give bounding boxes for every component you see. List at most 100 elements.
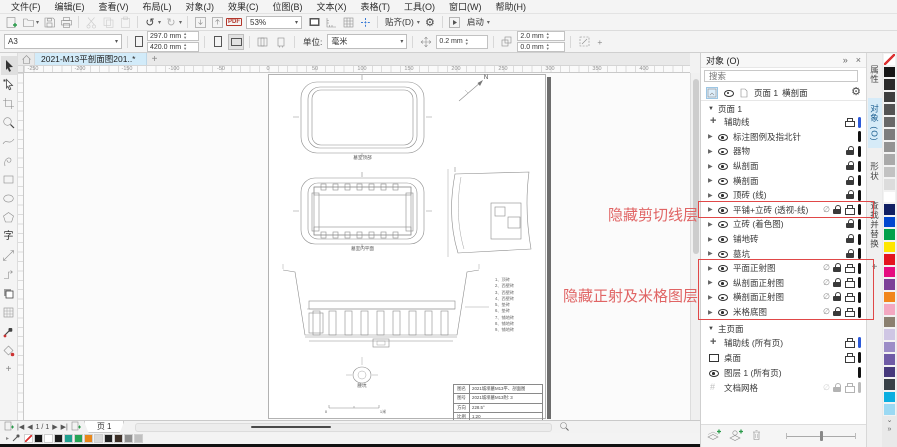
palette-swatch[interactable]	[883, 116, 896, 129]
palette-swatch[interactable]	[883, 353, 896, 366]
document-palette-swatch[interactable]	[104, 434, 113, 443]
document-palette-swatch[interactable]	[74, 434, 83, 443]
palette-swatch[interactable]	[883, 141, 896, 154]
layer-visibility-icon[interactable]	[708, 367, 721, 379]
ellipse-tool[interactable]	[1, 189, 17, 208]
canvas-vertical-scrollbar[interactable]	[690, 73, 700, 420]
document-palette-swatch[interactable]	[44, 434, 53, 443]
launch-icon[interactable]	[447, 15, 463, 30]
breadcrumb-page[interactable]: 页面 1	[754, 87, 778, 99]
last-page-icon[interactable]: ▶|	[61, 423, 68, 431]
lock-icon[interactable]	[846, 219, 854, 229]
palette-swatch[interactable]	[883, 253, 896, 266]
dimension-tool[interactable]	[1, 246, 17, 265]
palette-swatch[interactable]	[883, 278, 896, 291]
save-icon[interactable]	[41, 15, 57, 30]
palette-swatch[interactable]	[883, 391, 896, 404]
expand-arrow-icon[interactable]: ▶	[708, 148, 717, 155]
layer-visibility-icon[interactable]	[708, 352, 721, 364]
expand-arrow-icon[interactable]: ▶	[708, 163, 717, 170]
layer-visibility-icon[interactable]	[717, 131, 730, 143]
snap-to-label[interactable]: 贴齐(D)	[382, 16, 417, 28]
palette-swatch[interactable]	[883, 53, 896, 66]
layer-color-bar[interactable]	[858, 367, 861, 378]
layer-row[interactable]: ▶ 立砖 (着色图) ∅	[701, 217, 866, 232]
freehand-tool[interactable]	[1, 132, 17, 151]
undo-dropdown-icon[interactable]: ▾	[158, 19, 161, 26]
home-tab-icon[interactable]	[18, 53, 35, 65]
palette-swatch[interactable]	[883, 203, 896, 216]
menu-item[interactable]: 窗口(W)	[442, 0, 489, 13]
menu-item[interactable]: 帮助(H)	[489, 0, 534, 13]
add-page-icon-2[interactable]	[71, 421, 81, 433]
layer-visibility-icon[interactable]	[708, 337, 721, 349]
layer-color-bar[interactable]	[858, 219, 861, 230]
layer-color-bar[interactable]	[858, 352, 861, 363]
visibility-icon[interactable]	[722, 87, 734, 99]
duplicate-y-field[interactable]: 0.0 mm▲▼	[517, 42, 565, 52]
palette-swatch[interactable]	[883, 291, 896, 304]
menu-item[interactable]: 布局(L)	[136, 0, 179, 13]
layer-color-bar[interactable]	[858, 234, 861, 245]
menu-item[interactable]: 编辑(E)	[48, 0, 92, 13]
menu-item[interactable]: 表格(T)	[354, 0, 398, 13]
page-width-field[interactable]: 297.0 mm▲▼	[147, 31, 199, 41]
delete-layer-button[interactable]	[751, 429, 762, 443]
fullscreen-preview-icon[interactable]	[306, 15, 322, 30]
expand-arrow-icon[interactable]: ▶	[708, 221, 717, 228]
launch-dropdown-icon[interactable]: ▾	[487, 19, 490, 26]
all-pages-icon[interactable]	[255, 34, 271, 50]
new-tab-button[interactable]: +	[147, 53, 163, 65]
master-layer-row[interactable]: ▶ 桌面 ∅	[701, 350, 866, 365]
layer-name[interactable]: 顶砖 (线)	[733, 189, 843, 201]
page-height-field[interactable]: 420.0 mm▲▼	[147, 42, 199, 52]
list-view-icon[interactable]	[706, 87, 718, 99]
publish-pdf-icon[interactable]: PDF	[226, 15, 242, 30]
page-preset-combo[interactable]: A3▾	[4, 34, 122, 49]
page[interactable]: N 墓室顶部 墓室内平面 腰坑 0 1米 1、顶砖2、西壁砖3、西壁砖4、西壁砖…	[268, 74, 546, 419]
document-palette-swatch[interactable]	[64, 434, 73, 443]
layer-search-input[interactable]	[704, 70, 858, 82]
layer-color-bar[interactable]	[858, 161, 861, 172]
toolbox-expand-icon[interactable]: +	[1, 360, 17, 379]
layer-row[interactable]: ▶ 铺地砖 ∅	[701, 232, 866, 247]
drawing-canvas[interactable]: N 墓室顶部 墓室内平面 腰坑 0 1米 1、顶砖2、西壁砖3、西壁砖4、西壁砖…	[24, 73, 690, 420]
palette-swatch[interactable]	[883, 266, 896, 279]
expand-arrow-icon[interactable]: ▶	[708, 177, 717, 184]
layer-visibility-icon[interactable]	[708, 116, 721, 128]
menu-item[interactable]: 效果(C)	[221, 0, 266, 13]
section-page1[interactable]: ▼页面 1	[701, 102, 866, 115]
palette-swatch[interactable]	[883, 378, 896, 391]
previous-page-icon[interactable]: ◀	[27, 423, 32, 431]
expand-arrow-icon[interactable]: ▶	[708, 250, 717, 257]
menu-item[interactable]: 工具(O)	[397, 0, 442, 13]
layer-name[interactable]: 图层 1 (所有页)	[724, 367, 854, 379]
menu-item[interactable]: 文件(F)	[4, 0, 48, 13]
units-combo[interactable]: 毫米▾	[327, 34, 407, 49]
bezier-tool[interactable]	[1, 151, 17, 170]
text-tool[interactable]: 字	[1, 227, 17, 246]
docker-settings-gear-icon[interactable]: ⚙	[851, 87, 861, 98]
document-palette-swatch[interactable]	[54, 434, 63, 443]
section-master-page[interactable]: ▼主页面	[701, 322, 866, 335]
layer-name[interactable]: 横剖面	[733, 175, 843, 187]
scrollbar-thumb[interactable]	[693, 79, 699, 254]
menu-item[interactable]: 对象(J)	[179, 0, 222, 13]
cut-icon[interactable]	[83, 15, 99, 30]
palette-swatch[interactable]	[883, 103, 896, 116]
show-grid-icon[interactable]	[340, 15, 356, 30]
zoom-tool[interactable]	[1, 113, 17, 132]
master-layer-row[interactable]: ▶ 图层 1 (所有页) ∅	[701, 365, 866, 380]
layer-visibility-icon[interactable]	[717, 175, 730, 187]
layer-name[interactable]: 铺地砖	[733, 233, 843, 245]
menu-item[interactable]: 文本(X)	[310, 0, 354, 13]
layer-name[interactable]: 文档网格	[724, 382, 820, 394]
layer-name[interactable]: 标注图例及指北针	[733, 131, 854, 143]
palette-swatch[interactable]	[883, 91, 896, 104]
menu-item[interactable]: 位图(B)	[266, 0, 310, 13]
lock-icon[interactable]	[846, 234, 854, 244]
show-rulers-icon[interactable]	[323, 15, 339, 30]
duplicate-x-field[interactable]: 2.0 mm▲▼	[517, 31, 565, 41]
breadcrumb-layer[interactable]: 横剖面	[782, 87, 808, 99]
shape-tool[interactable]	[1, 75, 17, 94]
